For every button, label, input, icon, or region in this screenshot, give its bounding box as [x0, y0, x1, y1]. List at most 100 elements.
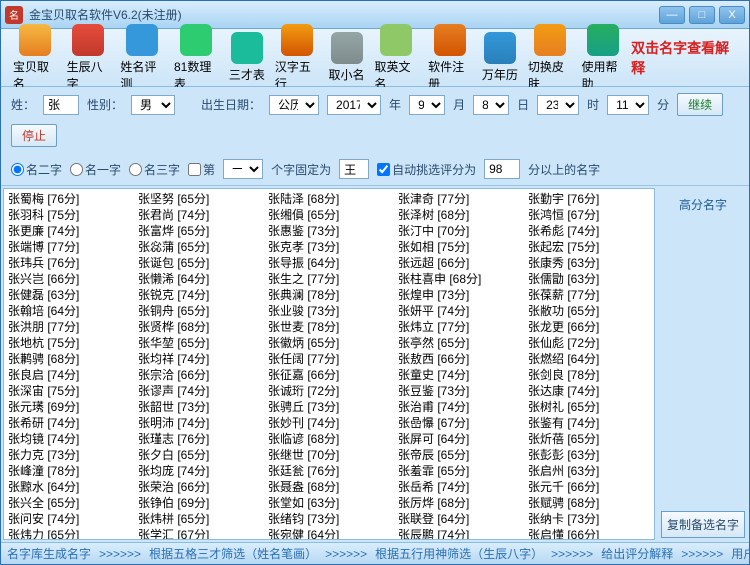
name-item[interactable]: 张徽炳 [65分]: [268, 335, 390, 351]
name-item[interactable]: 张聂盎 [68分]: [268, 479, 390, 495]
name-item[interactable]: 张谬声 [74分]: [138, 383, 260, 399]
name-item[interactable]: 张任阔 [77分]: [268, 351, 390, 367]
name-item[interactable]: 张羽科 [75分]: [8, 207, 130, 223]
name-item[interactable]: 张君尚 [74分]: [138, 207, 260, 223]
name-item[interactable]: 张陆泽 [68分]: [268, 191, 390, 207]
name-item[interactable]: 张勤宇 [76分]: [528, 191, 650, 207]
name-item[interactable]: 张典澜 [78分]: [268, 287, 390, 303]
score-input[interactable]: [484, 159, 520, 179]
name-item[interactable]: 张地杭 [75分]: [8, 335, 130, 351]
name-item[interactable]: 张峰潼 [78分]: [8, 463, 130, 479]
name-item[interactable]: 张岳希 [74分]: [398, 479, 520, 495]
name-item[interactable]: 张龙更 [66分]: [528, 319, 650, 335]
copy-button[interactable]: 复制备选名字: [661, 511, 745, 538]
name-item[interactable]: 张铮伯 [69分]: [138, 495, 260, 511]
name-item[interactable]: 张坚努 [65分]: [138, 191, 260, 207]
day-select[interactable]: 8: [473, 95, 509, 115]
hour-select[interactable]: 23: [537, 95, 579, 115]
fixed-char-check[interactable]: 第: [188, 161, 215, 178]
name-item[interactable]: 张导振 [64分]: [268, 255, 390, 271]
high-score-label[interactable]: 高分名字: [661, 190, 745, 219]
name-item[interactable]: 张更廉 [74分]: [8, 223, 130, 239]
name-item[interactable]: 张彭彭 [63分]: [528, 447, 650, 463]
name-item[interactable]: 张临谚 [68分]: [268, 431, 390, 447]
name-item[interactable]: 张堂如 [63分]: [268, 495, 390, 511]
name-item[interactable]: 张希彪 [74分]: [528, 223, 650, 239]
name-item[interactable]: 张儒勖 [63分]: [528, 271, 650, 287]
name-item[interactable]: 张惢蒲 [65分]: [138, 239, 260, 255]
tb-english-name[interactable]: 取英文名: [371, 22, 423, 94]
name-item[interactable]: 张瑾志 [76分]: [138, 431, 260, 447]
name-item[interactable]: 张炘蓓 [65分]: [528, 431, 650, 447]
name-item[interactable]: 张仙彪 [72分]: [528, 335, 650, 351]
name-item[interactable]: 张克孝 [73分]: [268, 239, 390, 255]
name-item[interactable]: 张辰鹏 [74分]: [398, 527, 520, 540]
name-item[interactable]: 张亭然 [65分]: [398, 335, 520, 351]
name-item[interactable]: 张富烨 [65分]: [138, 223, 260, 239]
name-item[interactable]: 张治甫 [74分]: [398, 399, 520, 415]
name-item[interactable]: 张帝辰 [65分]: [398, 447, 520, 463]
name-item[interactable]: 张童史 [74分]: [398, 367, 520, 383]
name-item[interactable]: 张起宏 [75分]: [528, 239, 650, 255]
name-item[interactable]: 张懒浠 [64分]: [138, 271, 260, 287]
name-item[interactable]: 张泽树 [68分]: [398, 207, 520, 223]
name-item[interactable]: 张继世 [70分]: [268, 447, 390, 463]
name-item[interactable]: 张兴全 [65分]: [8, 495, 130, 511]
name-item[interactable]: 张康秀 [63分]: [528, 255, 650, 271]
name-item[interactable]: 张均庞 [74分]: [138, 463, 260, 479]
tb-baby-name[interactable]: 宝贝取名: [9, 22, 61, 94]
tb-bazi[interactable]: 生辰八字: [63, 22, 115, 94]
name-item[interactable]: 张世麦 [78分]: [268, 319, 390, 335]
name-item[interactable]: 张夕白 [65分]: [138, 447, 260, 463]
name-item[interactable]: 张纳卡 [73分]: [528, 511, 650, 527]
name-item[interactable]: 张达康 [74分]: [528, 383, 650, 399]
name-item[interactable]: 张洪朋 [77分]: [8, 319, 130, 335]
name-item[interactable]: 张玮兵 [76分]: [8, 255, 130, 271]
month-select[interactable]: 9: [409, 95, 445, 115]
name-item[interactable]: 张兴岂 [66分]: [8, 271, 130, 287]
auto-filter-check[interactable]: 自动挑选评分为: [377, 161, 476, 178]
name-item[interactable]: 张端博 [77分]: [8, 239, 130, 255]
name-item[interactable]: 张征嘉 [66分]: [268, 367, 390, 383]
name-item[interactable]: 张葆薪 [77分]: [528, 287, 650, 303]
name-item[interactable]: 张骋丘 [73分]: [268, 399, 390, 415]
tb-register[interactable]: 软件注册: [424, 22, 476, 94]
radio-1char[interactable]: [70, 163, 83, 176]
calendar-select[interactable]: 公历: [269, 95, 319, 115]
tb-wuxing[interactable]: 汉字五行: [271, 22, 323, 94]
close-button[interactable]: X: [719, 6, 745, 24]
name-item[interactable]: 张学汇 [67分]: [138, 527, 260, 540]
name-item[interactable]: 张煌申 [73分]: [398, 287, 520, 303]
name-item[interactable]: 张明沛 [74分]: [138, 415, 260, 431]
tb-skin[interactable]: 切换皮肤: [524, 22, 576, 94]
fixed-char-input[interactable]: [339, 159, 369, 179]
name-item[interactable]: 张宗洽 [66分]: [138, 367, 260, 383]
name-item[interactable]: 张燃绍 [64分]: [528, 351, 650, 367]
tb-81-table[interactable]: 81数理表: [170, 22, 223, 94]
name-item[interactable]: 张汀中 [70分]: [398, 223, 520, 239]
checkbox-fixed[interactable]: [188, 163, 201, 176]
name-item[interactable]: 张惠鉴 [73分]: [268, 223, 390, 239]
name-item[interactable]: 张如相 [75分]: [398, 239, 520, 255]
name-item[interactable]: 张元千 [66分]: [528, 479, 650, 495]
name-item[interactable]: 张宛健 [64分]: [268, 527, 390, 540]
tb-sancai[interactable]: 三才表: [225, 30, 269, 85]
name-item[interactable]: 张诞包 [65分]: [138, 255, 260, 271]
name-item[interactable]: 张屏可 [64分]: [398, 431, 520, 447]
name-item[interactable]: 张锐克 [74分]: [138, 287, 260, 303]
name-item[interactable]: 张柱喜申 [68分]: [398, 271, 520, 287]
name-item[interactable]: 张敝功 [65分]: [528, 303, 650, 319]
name-item[interactable]: 张鉴有 [74分]: [528, 415, 650, 431]
name-item[interactable]: 张鸿恒 [67分]: [528, 207, 650, 223]
tb-calendar[interactable]: 万年历: [478, 30, 522, 85]
surname-input[interactable]: [43, 95, 79, 115]
name-item[interactable]: 张炜立 [77分]: [398, 319, 520, 335]
name-item[interactable]: 张敖西 [66分]: [398, 351, 520, 367]
name-item[interactable]: 张生之 [77分]: [268, 271, 390, 287]
tb-name-test[interactable]: 姓名评测: [116, 22, 168, 94]
name-item[interactable]: 张妍平 [74分]: [398, 303, 520, 319]
name-item[interactable]: 张剑良 [78分]: [528, 367, 650, 383]
name-item[interactable]: 张厉烨 [68分]: [398, 495, 520, 511]
radio-3char[interactable]: [129, 163, 142, 176]
name-item[interactable]: 张津奇 [77分]: [398, 191, 520, 207]
